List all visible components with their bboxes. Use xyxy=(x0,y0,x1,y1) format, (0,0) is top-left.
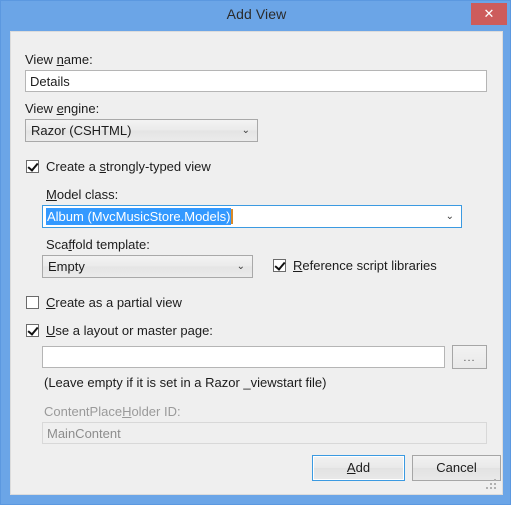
checkbox-box xyxy=(26,324,39,337)
cancel-button[interactable]: Cancel xyxy=(412,455,501,481)
strongly-typed-view-checkbox[interactable]: Create a strongly-typed view xyxy=(26,159,211,174)
strongly-typed-view-label: Create a strongly-typed view xyxy=(46,159,211,174)
model-class-label: Model class: xyxy=(46,187,119,202)
scaffold-template-select[interactable]: Empty ⌄ xyxy=(42,255,253,278)
close-icon[interactable]: ✕ xyxy=(471,3,507,25)
layout-path-input[interactable] xyxy=(42,346,445,368)
reference-script-libraries-checkbox[interactable]: Reference script libraries xyxy=(273,258,437,273)
view-engine-select[interactable]: Razor (CSHTML) ⌄ xyxy=(25,119,258,142)
partial-view-label: Create as a partial view xyxy=(46,295,182,310)
resize-grip[interactable] xyxy=(486,479,498,491)
titlebar: Add View ✕ xyxy=(1,1,510,31)
view-engine-value: Razor (CSHTML) xyxy=(31,123,132,138)
scaffold-template-value: Empty xyxy=(48,259,85,274)
text-caret xyxy=(230,209,233,224)
window-title: Add View xyxy=(226,6,287,22)
view-name-input[interactable]: Details xyxy=(25,70,487,92)
checkbox-box xyxy=(26,296,39,309)
use-layout-label: Use a layout or master page: xyxy=(46,323,213,338)
chevron-down-icon: ⌄ xyxy=(241,125,250,136)
view-engine-label: View engine: xyxy=(25,101,100,116)
content-placeholder-label: ContentPlaceHolder ID: xyxy=(44,404,181,419)
use-layout-checkbox[interactable]: Use a layout or master page: xyxy=(26,323,213,338)
chevron-down-icon: ⌄ xyxy=(445,211,454,222)
browse-layout-button[interactable]: ... xyxy=(452,345,487,369)
reference-script-libraries-label: Reference script libraries xyxy=(293,258,437,273)
chevron-down-icon: ⌄ xyxy=(236,261,245,272)
model-class-select[interactable]: Album (MvcMusicStore.Models) ⌄ xyxy=(42,205,462,228)
layout-hint-text: (Leave empty if it is set in a Razor _vi… xyxy=(44,375,327,390)
model-class-value: Album (MvcMusicStore.Models) xyxy=(46,208,231,225)
dialog-client-area: View name: Details View engine: Razor (C… xyxy=(10,31,503,495)
checkbox-box xyxy=(26,160,39,173)
content-placeholder-input: MainContent xyxy=(42,422,487,444)
view-name-label: View name: xyxy=(25,52,93,67)
checkbox-box xyxy=(273,259,286,272)
add-button[interactable]: Add xyxy=(312,455,405,481)
add-view-dialog: Add View ✕ View name: Details View engin… xyxy=(0,0,511,505)
partial-view-checkbox[interactable]: Create as a partial view xyxy=(26,295,182,310)
scaffold-template-label: Scaffold template: xyxy=(46,237,150,252)
